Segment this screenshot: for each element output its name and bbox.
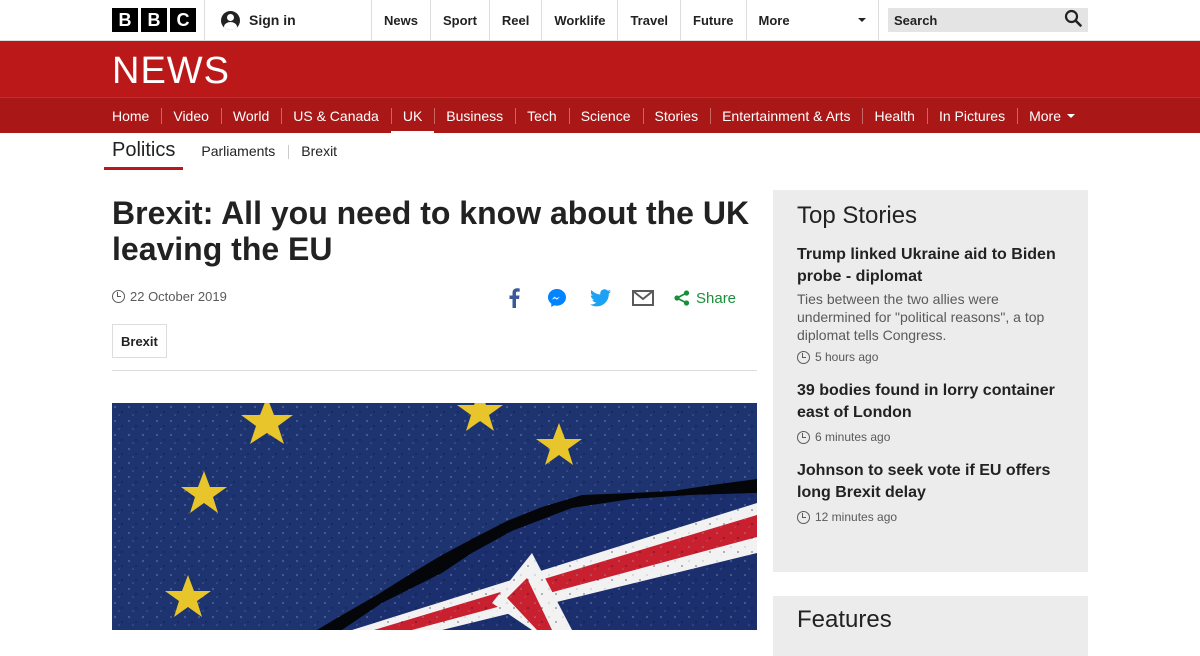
- clock-icon: [797, 430, 810, 444]
- top-story-summary: Ties between the two allies were undermi…: [797, 291, 1045, 343]
- section-nav-uk[interactable]: UK: [390, 98, 435, 134]
- section-nav-more-button[interactable]: More: [1017, 98, 1087, 134]
- hero-image-eu-uk-flag-crack: [112, 403, 757, 630]
- top-story-title[interactable]: Trump linked Ukraine aid to Biden probe …: [797, 244, 1064, 288]
- search-icon[interactable]: [1064, 9, 1082, 32]
- top-story-title[interactable]: Johnson to seek vote if EU offers long B…: [797, 460, 1064, 504]
- search-input[interactable]: [894, 12, 1044, 28]
- topic-tag-brexit[interactable]: Brexit: [112, 324, 167, 358]
- top-story-title[interactable]: 39 bodies found in lorry container east …: [797, 380, 1064, 424]
- global-nav-future[interactable]: Future: [681, 0, 747, 40]
- top-story-item[interactable]: Johnson to seek vote if EU offers long B…: [797, 460, 1064, 524]
- clock-icon: [797, 510, 810, 524]
- article-date: 22 October 2019: [112, 289, 227, 304]
- top-story-item[interactable]: Trump linked Ukraine aid to Biden probe …: [797, 244, 1064, 364]
- section-nav-home[interactable]: Home: [112, 98, 161, 134]
- share-label: Share: [696, 289, 737, 307]
- features-panel: Features: [773, 596, 1088, 656]
- clock-icon: [797, 350, 810, 364]
- top-story-time: 5 hours ago: [797, 350, 1064, 364]
- email-icon[interactable]: [629, 284, 657, 312]
- share-button[interactable]: Share: [674, 290, 736, 307]
- section-nav: Home Video World US & Canada UK Business…: [0, 97, 1200, 134]
- news-masthead: NEWS: [0, 41, 1200, 97]
- section-nav-science[interactable]: Science: [568, 98, 643, 134]
- chevron-down-icon: [857, 18, 866, 22]
- subnav-current-politics[interactable]: Politics: [104, 134, 184, 170]
- top-story-time-text: 12 minutes ago: [815, 510, 898, 524]
- section-nav-in-pictures[interactable]: In Pictures: [926, 98, 1017, 134]
- section-nav-stories[interactable]: Stories: [642, 98, 711, 134]
- section-nav-business[interactable]: Business: [434, 98, 515, 134]
- top-story-time-text: 5 hours ago: [815, 350, 879, 364]
- article-headline: Brexit: All you need to know about the U…: [112, 195, 750, 267]
- section-nav-us-canada[interactable]: US & Canada: [281, 98, 391, 134]
- global-nav-more-button[interactable]: More: [747, 0, 879, 40]
- subnav-parliaments[interactable]: Parliaments: [188, 143, 288, 159]
- facebook-icon[interactable]: [500, 284, 528, 312]
- news-wordmark[interactable]: NEWS: [112, 50, 230, 93]
- global-nav-sport[interactable]: Sport: [431, 0, 490, 40]
- global-nav-travel[interactable]: Travel: [618, 0, 682, 40]
- search-box: [888, 8, 1088, 32]
- section-nav-tech[interactable]: Tech: [515, 98, 569, 134]
- twitter-icon[interactable]: [586, 284, 614, 312]
- clock-icon: [112, 290, 125, 303]
- bbc-logo-block: B: [141, 8, 167, 32]
- sign-in-button[interactable]: Sign in: [204, 0, 372, 40]
- section-nav-more-label: More: [1029, 108, 1061, 124]
- global-header: B B C Sign in News Sport Reel Worklife T…: [0, 0, 1200, 41]
- politics-subnav: Politics Parliaments Brexit: [104, 133, 350, 170]
- top-stories-heading: Top Stories: [797, 202, 918, 229]
- account-icon: [221, 10, 240, 30]
- share-icon: [674, 290, 690, 306]
- subnav-brexit[interactable]: Brexit: [288, 143, 350, 159]
- section-nav-video[interactable]: Video: [161, 98, 221, 134]
- divider: [112, 370, 757, 371]
- top-story-item[interactable]: 39 bodies found in lorry container east …: [797, 380, 1064, 444]
- bbc-logo-block: B: [112, 8, 138, 32]
- share-tools: Share: [500, 284, 736, 312]
- top-story-time: 12 minutes ago: [797, 510, 1064, 524]
- global-nav-news[interactable]: News: [372, 0, 431, 40]
- global-nav-more-label: More: [758, 12, 790, 28]
- sign-in-label: Sign in: [249, 12, 296, 28]
- article-date-text: 22 October 2019: [130, 289, 227, 304]
- chevron-down-icon: [1067, 114, 1075, 118]
- section-nav-world[interactable]: World: [220, 98, 281, 134]
- top-story-time-text: 6 minutes ago: [815, 430, 891, 444]
- top-story-time: 6 minutes ago: [797, 430, 1064, 444]
- global-nav-worklife[interactable]: Worklife: [542, 0, 619, 40]
- top-stories-panel: Top Stories Trump linked Ukraine aid to …: [773, 190, 1088, 572]
- global-nav: News Sport Reel Worklife Travel Future M…: [372, 0, 879, 40]
- global-nav-reel[interactable]: Reel: [490, 0, 543, 40]
- section-nav-health[interactable]: Health: [862, 98, 926, 134]
- section-nav-entertainment-arts[interactable]: Entertainment & Arts: [710, 98, 862, 134]
- bbc-logo[interactable]: B B C: [112, 8, 196, 32]
- messenger-icon[interactable]: [543, 284, 571, 312]
- bbc-logo-block: C: [170, 8, 196, 32]
